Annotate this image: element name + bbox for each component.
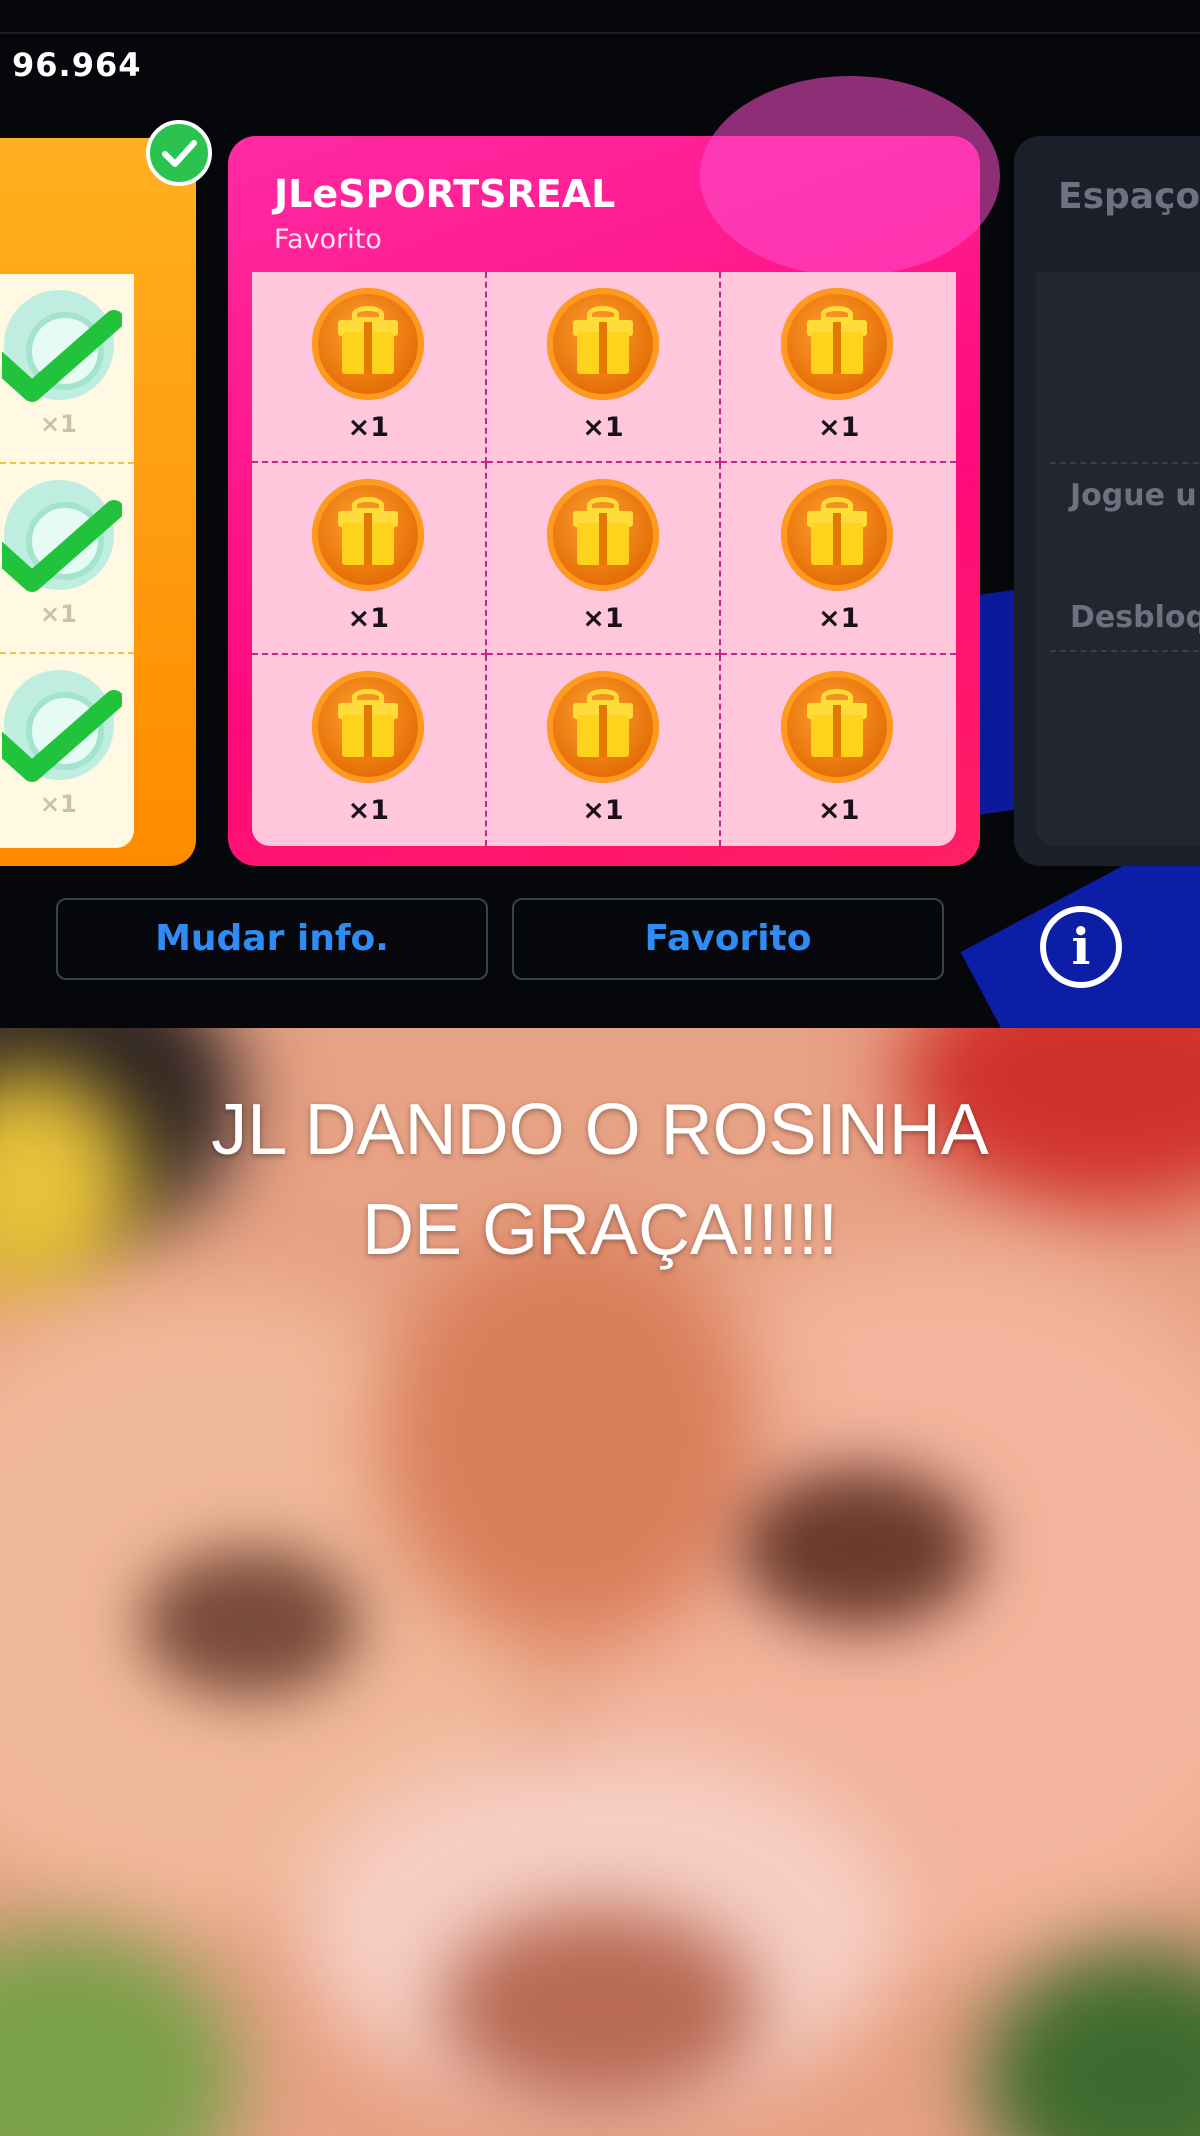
reward-cell[interactable]: ×1 <box>252 272 487 464</box>
gift-icon <box>312 670 424 783</box>
reward-quantity: ×1 <box>40 600 77 628</box>
reward-grid: ×1 ×1 ×1 ×1 ×1 ×1 ×1 ×1 ×1 <box>252 272 956 846</box>
reward-cell[interactable]: ×1 <box>252 463 487 655</box>
gift-icon <box>781 670 894 783</box>
reward-cell[interactable]: ×1 <box>252 654 487 846</box>
top-divider <box>0 32 1200 34</box>
reward-quantity: ×1 <box>40 790 77 818</box>
meme-caption: JL DANDO O ROSINHA DE GRAÇA!!!!! <box>0 1080 1200 1280</box>
reward-cell[interactable]: ×1 <box>486 272 722 464</box>
gift-icon <box>781 479 894 592</box>
reward-grid: ×1 ×1 ×1 <box>0 274 134 848</box>
card-title: JLeSPORTSREAL <box>274 172 616 216</box>
reward-quantity: ×1 <box>817 794 860 826</box>
reward-cell[interactable]: ×1 <box>487 654 722 846</box>
reward-quantity: ×1 <box>582 603 624 635</box>
card-title: Espaço <box>1058 176 1200 217</box>
caption-line: DE GRAÇA!!!!! <box>361 1190 839 1270</box>
reward-quantity: ×1 <box>817 412 860 443</box>
reward-cell[interactable]: ×1 <box>721 463 956 655</box>
reward-quantity: ×1 <box>817 603 860 635</box>
photo-blob <box>440 1908 760 2108</box>
reward-row: ×1 <box>0 274 134 464</box>
check-icon <box>2 310 122 402</box>
right-eye <box>740 1468 980 1628</box>
reward-quantity: ×1 <box>40 410 77 438</box>
photo-blob <box>980 1948 1200 2136</box>
gift-icon <box>312 288 424 400</box>
favorite-button[interactable]: Favorito <box>512 898 944 980</box>
reward-card-favorite[interactable]: JLeSPORTSREAL Favorito ×1 ×1 ×1 ×1 ×1 ×1… <box>228 76 1000 866</box>
reward-card-locked[interactable]: Espaço Jogue u Desbloq <box>1014 136 1200 866</box>
reward-card-completed[interactable]: ×1 ×1 ×1 <box>0 138 196 866</box>
left-eye <box>140 1548 360 1698</box>
completed-badge-icon <box>146 120 212 186</box>
info-icon[interactable]: i <box>1040 906 1122 988</box>
check-icon <box>2 690 122 782</box>
gift-icon <box>546 479 659 592</box>
reward-quantity: ×1 <box>582 412 624 443</box>
reward-grid <box>1036 272 1200 846</box>
divider <box>1050 650 1200 652</box>
reward-quantity: ×1 <box>347 603 390 635</box>
reward-row: ×1 <box>0 464 134 654</box>
locked-hint: Jogue u <box>1070 478 1197 513</box>
gift-icon <box>781 288 894 400</box>
gift-icon <box>312 479 424 592</box>
divider <box>1050 462 1200 464</box>
reward-cell[interactable]: ×1 <box>721 655 956 846</box>
check-icon <box>2 500 122 592</box>
card-subtitle: Favorito <box>274 224 382 255</box>
reward-cell[interactable]: ×1 <box>486 463 722 655</box>
change-info-button[interactable]: Mudar info. <box>56 898 488 980</box>
reward-quantity: ×1 <box>582 794 624 826</box>
reward-cell[interactable]: ×1 <box>721 272 956 464</box>
reward-quantity: ×1 <box>347 412 390 443</box>
reward-row: ×1 <box>0 654 134 844</box>
gift-icon <box>546 288 659 400</box>
reward-quantity: ×1 <box>347 794 390 826</box>
card-decoration <box>700 76 1000 276</box>
coin-balance: 96.964 <box>12 46 142 84</box>
game-screen: 96.964 ×1 ×1 ×1 JLeSPORTSREAL Favorito ×… <box>0 0 1200 1028</box>
photo-blob <box>380 1228 760 1648</box>
photo-blob <box>0 1928 240 2136</box>
caption-line: JL DANDO O ROSINHA <box>211 1090 989 1170</box>
gift-icon <box>546 670 659 783</box>
locked-hint: Desbloq <box>1070 600 1200 635</box>
